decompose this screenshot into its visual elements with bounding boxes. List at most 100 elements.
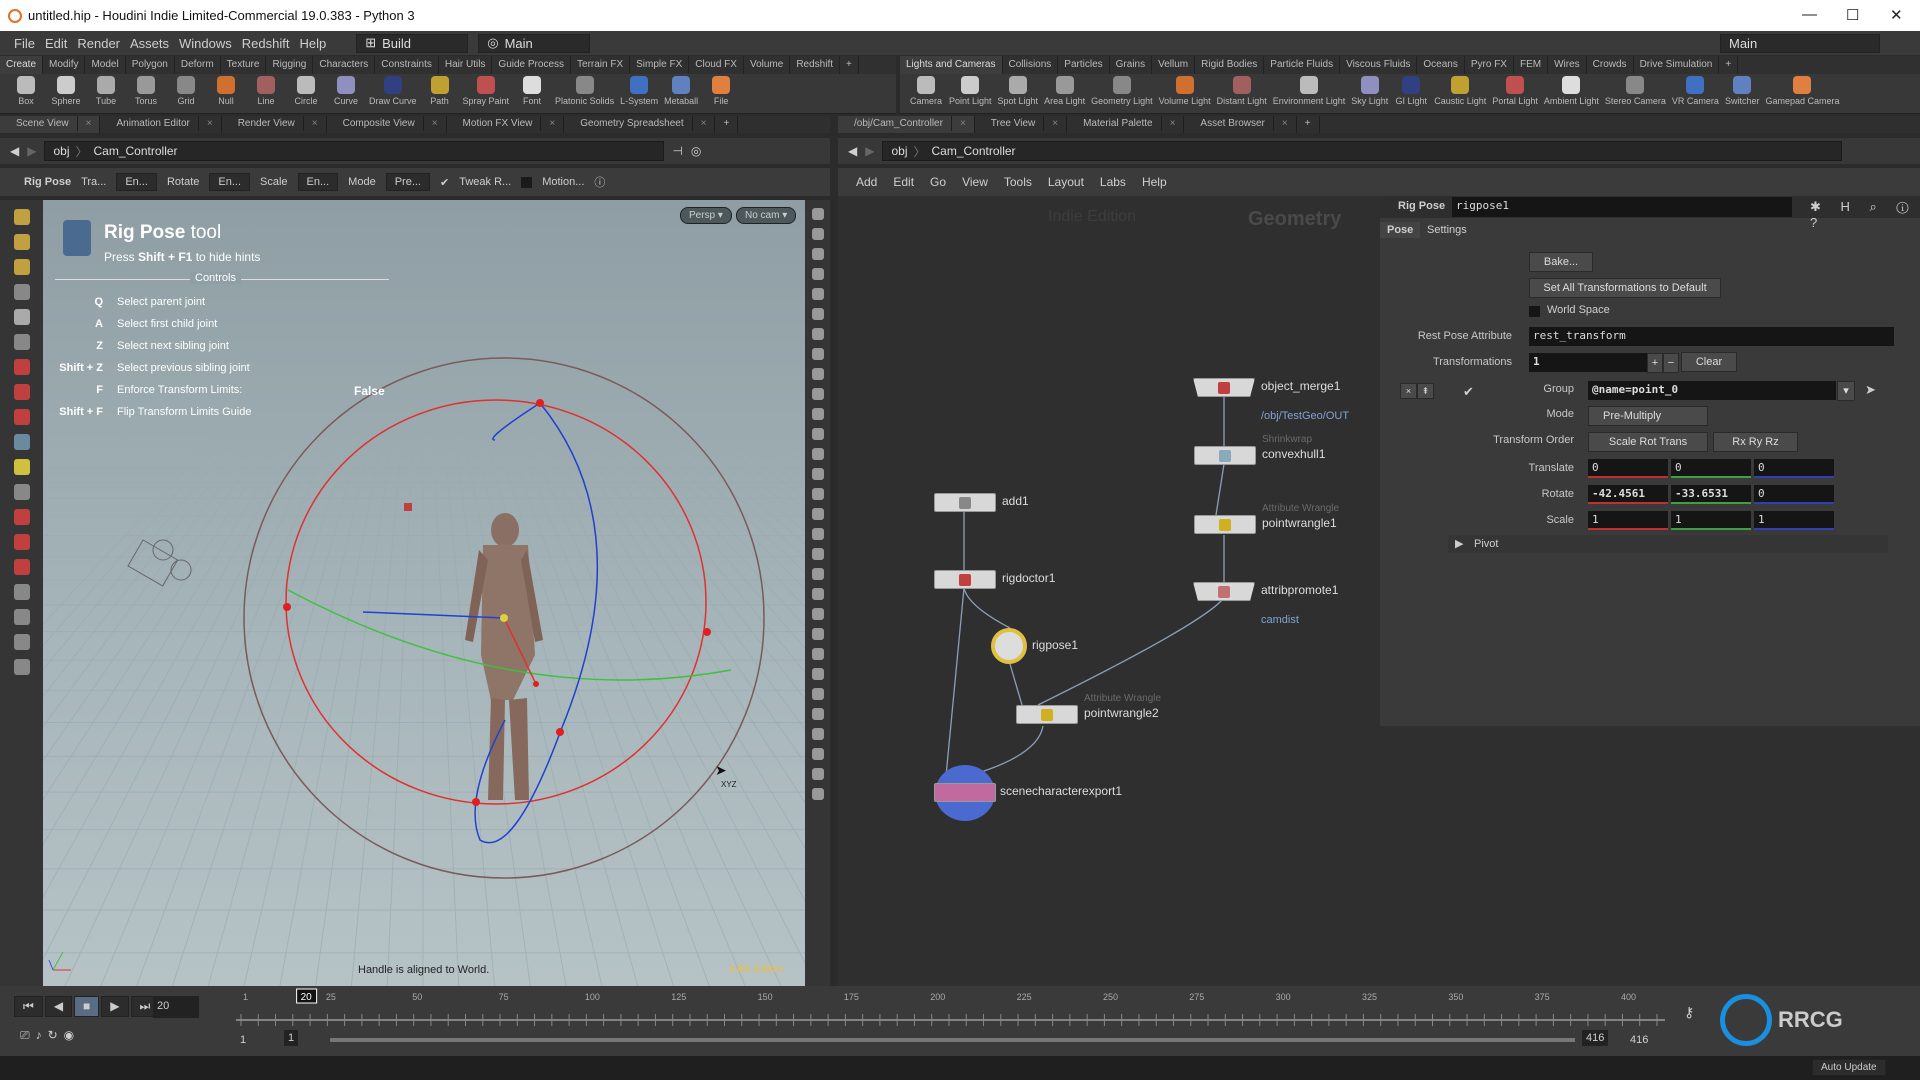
path-field[interactable]: obj 〉 Cam_Controller — [44, 141, 665, 161]
close-tab-icon[interactable]: × — [432, 118, 438, 129]
shelf-tool-file[interactable]: File — [701, 74, 741, 108]
realtime-icon[interactable]: ⎚ — [20, 1028, 30, 1043]
translate-z-field[interactable]: 0 — [1754, 459, 1834, 478]
display-option-icon[interactable] — [811, 408, 824, 420]
display-option-icon[interactable] — [811, 548, 824, 560]
pivot-expand-icon[interactable]: ▶ — [1455, 537, 1463, 550]
shelf-tool-vr-camera[interactable]: VR Camera — [1669, 74, 1722, 108]
forward-arrow-icon[interactable]: ▶ — [27, 144, 36, 158]
mode-select[interactable]: Pre... — [385, 173, 430, 191]
display-option-icon[interactable] — [811, 688, 824, 700]
add-shelf-tab-button[interactable]: + — [1719, 56, 1739, 74]
camera-menu[interactable]: No cam ▾ — [736, 207, 797, 224]
shelf-tab-pyro-fx[interactable]: Pyro FX — [1465, 56, 1514, 74]
menu-render[interactable]: Render — [77, 36, 120, 51]
shelf-tool-torus[interactable]: Torus — [126, 74, 166, 108]
display-option-icon[interactable] — [811, 628, 824, 640]
viewport-tool-icon[interactable] — [13, 334, 30, 350]
shelf-tab-rigging[interactable]: Rigging — [266, 56, 314, 74]
transform-order-select[interactable]: Scale Rot Trans — [1588, 432, 1708, 452]
shelf-tab-vellum[interactable]: Vellum — [1152, 56, 1196, 74]
close-tab-icon[interactable]: × — [1170, 118, 1176, 129]
network-menu-edit[interactable]: Edit — [893, 175, 914, 189]
shelf-tool-sphere[interactable]: Sphere — [46, 74, 86, 108]
display-option-icon[interactable] — [811, 528, 824, 540]
close-tab-icon[interactable]: × — [701, 118, 707, 129]
node-convexhull1[interactable] — [1194, 446, 1256, 465]
network-menu-tools[interactable]: Tools — [1004, 175, 1032, 189]
viewport-tool-icon[interactable] — [13, 359, 30, 375]
display-option-icon[interactable] — [811, 588, 824, 600]
network-menu-help[interactable]: Help — [1142, 175, 1167, 189]
minimize-button[interactable]: — — [1802, 6, 1817, 23]
close-tab-icon[interactable]: × — [207, 118, 213, 129]
shelf-tool-area-light[interactable]: Area Light — [1041, 74, 1088, 108]
persp-menu[interactable]: Persp ▾ — [680, 207, 732, 224]
select-arrow-icon[interactable]: ➤ — [1865, 382, 1876, 398]
shelf-tab-guide-process[interactable]: Guide Process — [492, 56, 572, 74]
shelf-tab-modify[interactable]: Modify — [43, 56, 86, 74]
display-option-icon[interactable] — [811, 368, 824, 380]
range-slider[interactable] — [330, 1038, 1575, 1042]
viewport-tool-icon[interactable] — [13, 659, 30, 675]
node-object-merge1[interactable] — [1193, 378, 1255, 397]
forward-arrow-icon[interactable]: ▶ — [865, 144, 874, 158]
tab-settings[interactable]: Settings — [1420, 222, 1474, 238]
viewport-tool-icon[interactable] — [13, 409, 30, 425]
pane-tab-obj-cam-controller[interactable]: /obj/Cam_Controller × — [838, 116, 975, 133]
pane-tab-tree-view[interactable]: Tree View × — [975, 116, 1068, 133]
display-option-icon[interactable] — [811, 388, 824, 400]
viewport-tool-icon[interactable] — [13, 234, 30, 250]
scale-space-select[interactable]: En... — [297, 173, 339, 191]
clear-button[interactable]: Clear — [1681, 352, 1737, 372]
rest-pose-field[interactable]: rest_transform — [1529, 327, 1894, 346]
shelf-tab-lights-and-cameras[interactable]: Lights and Cameras — [900, 56, 1003, 74]
shelf-tab-cloud-fx[interactable]: Cloud FX — [689, 56, 744, 74]
shelf-tool-stereo-camera[interactable]: Stereo Camera — [1602, 74, 1669, 108]
display-option-icon[interactable] — [811, 208, 824, 220]
viewport-tool-icon[interactable] — [13, 609, 30, 625]
pivot-folder[interactable]: Pivot — [1474, 538, 1498, 550]
viewport-tool-icon[interactable] — [13, 584, 30, 600]
close-tab-icon[interactable]: × — [549, 118, 555, 129]
shelf-tab-simple-fx[interactable]: Simple FX — [630, 56, 690, 74]
audio-icon[interactable]: ♪ — [36, 1028, 42, 1043]
shelf-tool-volume-light[interactable]: Volume Light — [1156, 74, 1214, 108]
shelf-tab-create[interactable]: Create — [0, 56, 44, 74]
translate-y-field[interactable]: 0 — [1671, 459, 1751, 478]
menu-help[interactable]: Help — [299, 36, 326, 51]
shelf-tool-spot-light[interactable]: Spot Light — [995, 74, 1042, 108]
help-icon[interactable]: ⓘ — [594, 174, 605, 190]
shelf-tool-environment-light[interactable]: Environment Light — [1270, 74, 1349, 108]
shelf-tab-deform[interactable]: Deform — [175, 56, 221, 74]
group-field[interactable]: @name=point_0 — [1588, 381, 1836, 400]
shelf-tab-oceans[interactable]: Oceans — [1417, 56, 1465, 74]
rotate-y-field[interactable]: -33.6531 — [1671, 485, 1751, 504]
shelf-tool-switcher[interactable]: Switcher — [1722, 74, 1763, 108]
param-toolbar-icons[interactable]: ✱ H ⌕ ⓘ ? — [1810, 199, 1920, 230]
translate-space-select[interactable]: En... — [116, 173, 157, 191]
scale-x-field[interactable]: 1 — [1588, 511, 1668, 530]
shelf-tool-gamepad-camera[interactable]: Gamepad Camera — [1762, 74, 1842, 108]
display-option-icon[interactable] — [811, 468, 824, 480]
network-menu-view[interactable]: View — [962, 175, 988, 189]
viewport-tool-icon[interactable] — [13, 484, 30, 500]
display-option-icon[interactable] — [811, 728, 824, 740]
shelf-tab-drive-simulation[interactable]: Drive Simulation — [1634, 56, 1720, 74]
add-shelf-tab-button[interactable]: + — [840, 56, 859, 74]
close-tab-icon[interactable]: × — [1052, 118, 1058, 129]
shelf-tab-grains[interactable]: Grains — [1110, 56, 1153, 74]
shelf-tool-sky-light[interactable]: Sky Light — [1348, 74, 1391, 108]
pane-tab-geometry-spreadsheet[interactable]: Geometry Spreadsheet × — [564, 116, 716, 133]
network-menu-go[interactable]: Go — [930, 175, 946, 189]
right-context-dropdown[interactable]: Main — [1720, 33, 1880, 53]
shelf-tool-gi-light[interactable]: GI Light — [1391, 74, 1431, 108]
shelf-tool-metaball[interactable]: Metaball — [661, 74, 701, 108]
viewport-tool-icon[interactable] — [13, 459, 30, 475]
display-option-icon[interactable] — [811, 428, 824, 440]
add-pane-tab-button[interactable]: + — [715, 116, 739, 133]
menu-redshift[interactable]: Redshift — [242, 36, 290, 51]
menu-windows[interactable]: Windows — [179, 36, 232, 51]
display-option-icon[interactable] — [811, 708, 824, 720]
network-menu-labs[interactable]: Labs — [1100, 175, 1126, 189]
